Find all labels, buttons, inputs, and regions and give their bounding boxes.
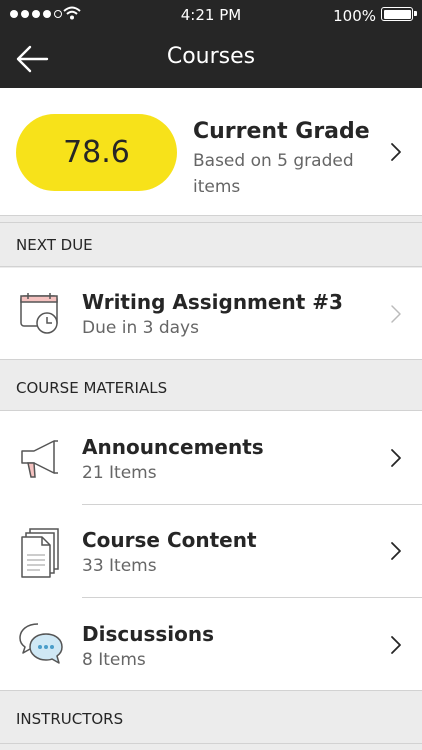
row-divider xyxy=(0,743,422,744)
list-item-course-content[interactable]: Course Content 33 Items xyxy=(0,505,422,598)
battery-icon xyxy=(381,7,417,21)
calendar-clock-icon xyxy=(20,293,58,334)
section-header-course-materials: COURSE MATERIALS xyxy=(0,366,422,411)
list-item-title: Announcements xyxy=(82,435,264,459)
list-item-subtitle: 8 Items xyxy=(82,650,146,670)
list-item-subtitle: 33 Items xyxy=(82,556,157,576)
list-item-title: Discussions xyxy=(82,622,215,646)
row-divider xyxy=(0,690,422,691)
chevron-right-icon xyxy=(391,143,401,161)
row-divider xyxy=(0,359,422,360)
next-due-title: Writing Assignment #3 xyxy=(82,290,343,314)
grade-subtitle: Based on 5 graded items xyxy=(193,151,354,197)
grade-value-pill: 78.6 xyxy=(16,114,177,191)
section-header-instructors: INSTRUCTORS xyxy=(0,697,422,742)
list-item-discussions[interactable]: Discussions 8 Items xyxy=(0,598,422,691)
list-item-announcements[interactable]: Announcements 21 Items xyxy=(0,411,422,505)
next-due-subtitle: Due in 3 days xyxy=(82,318,199,338)
list-item-title: Course Content xyxy=(82,528,257,552)
chevron-right-icon xyxy=(391,449,401,467)
chevron-right-icon xyxy=(391,305,401,323)
next-due-item[interactable]: Writing Assignment #3 Due in 3 days xyxy=(0,268,422,360)
battery-percentage: 100% xyxy=(333,7,376,25)
chat-bubbles-icon xyxy=(19,623,63,664)
chevron-right-icon xyxy=(391,636,401,654)
current-grade-card[interactable]: 78.6 Current Grade Based on 5 graded ite… xyxy=(0,88,422,216)
course-materials-list: Announcements 21 Items Course Content 33… xyxy=(0,411,422,691)
grade-title: Current Grade xyxy=(193,119,370,144)
page-title: Courses xyxy=(166,44,256,69)
section-header-next-due: NEXT DUE xyxy=(0,222,422,267)
status-bar: 4:21 PM 100% xyxy=(0,0,422,30)
nav-bar: Courses xyxy=(0,30,422,88)
megaphone-icon xyxy=(21,440,58,478)
chevron-right-icon xyxy=(391,542,401,560)
list-item-subtitle: 21 Items xyxy=(82,463,157,483)
documents-icon xyxy=(21,528,59,578)
